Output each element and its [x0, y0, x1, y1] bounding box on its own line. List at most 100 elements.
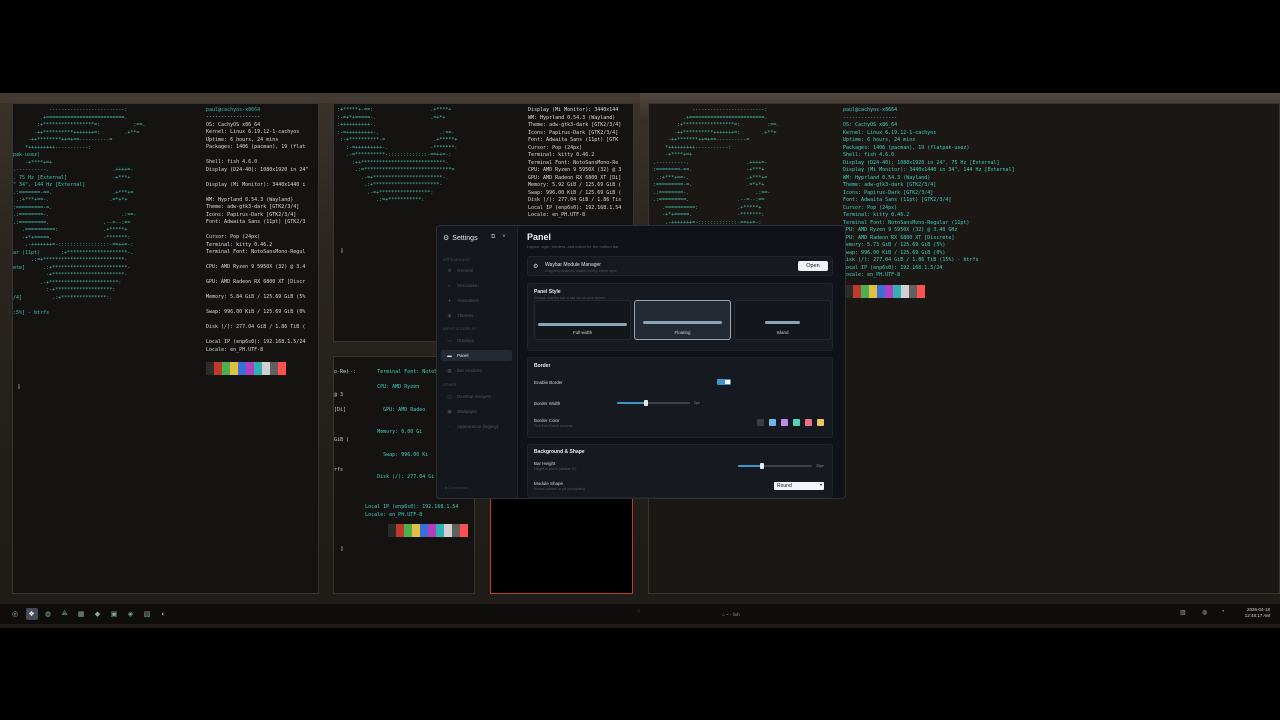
- workspace-button[interactable]: ▣: [108, 608, 120, 620]
- style-option-label: Floating: [674, 330, 691, 335]
- enable-border-toggle[interactable]: [717, 379, 731, 385]
- monitor-icon: ▭: [447, 337, 452, 343]
- fastfetch-info: Display (Mi Monitor): 3440x144 WM: Hyprl…: [528, 107, 622, 218]
- sidebar-item-general[interactable]: ⚙ General: [441, 265, 512, 276]
- panel-style-full-width[interactable]: Full-width: [534, 300, 631, 340]
- clock[interactable]: 2026-04-18 12:48:17 AM: [1245, 607, 1270, 619]
- color-swatch[interactable]: [757, 419, 764, 426]
- launcher-dot-icon[interactable]: ◌: [637, 609, 641, 615]
- workspace-button[interactable]: ◎: [9, 608, 21, 620]
- palette-swatch: [246, 362, 254, 375]
- wallpaper-skyline-left: [0, 93, 640, 103]
- palette-swatch: [909, 285, 917, 298]
- sidebar-item-label: General: [457, 268, 474, 273]
- palette-swatch: [452, 524, 460, 537]
- sidebar-item-decoration[interactable]: ◐ Decoration: [441, 280, 512, 291]
- sidebar-item-displays[interactable]: ▭ Displays: [441, 335, 512, 346]
- chevron-down-icon: ▾: [819, 482, 822, 487]
- color-palette: [388, 524, 468, 537]
- workspace-button[interactable]: ⟁: [59, 608, 71, 620]
- slider-knob[interactable]: [759, 463, 764, 469]
- palette-swatch: [420, 524, 428, 537]
- palette-icon: ◉: [447, 312, 452, 318]
- sidebar-item-desktop-widgets[interactable]: ◫ Desktop Widgets: [441, 391, 512, 402]
- palette-swatch: [917, 285, 925, 298]
- panel-style-floating[interactable]: Floating: [634, 300, 731, 340]
- sidebar-item-themes[interactable]: ◉ Themes: [441, 310, 512, 321]
- sidebar-item-panel[interactable]: ▬ Panel: [441, 350, 512, 361]
- module-manager-card: ⚙ Waybar Module Manager Drag drop enable…: [527, 256, 833, 276]
- panel-icon: ▬: [447, 353, 452, 358]
- workspace-button[interactable]: ▦: [75, 608, 87, 620]
- workspace-button[interactable]: ❖: [25, 608, 38, 620]
- color-swatch[interactable]: [769, 419, 776, 426]
- color-palette: [845, 285, 925, 298]
- decoration-icon: ◐: [448, 283, 451, 288]
- sidebar-item-label: Panel: [457, 353, 469, 358]
- gear-icon: ⚙: [443, 235, 450, 242]
- terminal-prompt-cursor[interactable]: ▯: [340, 545, 344, 552]
- settings-window[interactable]: ⚙ Settings ⧉ × Appearance ⚙ General ◐ Deco…: [436, 225, 846, 499]
- bar-height-slider[interactable]: [738, 463, 812, 469]
- sidebar-item-label: Desktop Widgets: [457, 394, 492, 399]
- workspace-button[interactable]: ◆: [92, 608, 104, 620]
- terminal-window-active[interactable]: [490, 496, 633, 594]
- widgets-icon: ◫: [447, 393, 452, 399]
- sidebar-item-label: Displays: [457, 338, 475, 343]
- sidebar-item-animations[interactable]: ✦ Animations: [441, 295, 512, 306]
- workspace-button[interactable]: ◐: [158, 608, 170, 620]
- settings-title: Settings: [452, 234, 478, 242]
- sidebar-item-label: Themes: [457, 313, 474, 318]
- terminal-prompt-cursor[interactable]: ▯: [340, 247, 344, 254]
- slider-fill: [617, 402, 647, 404]
- color-swatch[interactable]: [805, 419, 812, 426]
- panel-style-card: Panel Style Choose how the bar is laid o…: [527, 283, 833, 351]
- module-shape-select[interactable]: Round ▾: [774, 482, 824, 490]
- palette-swatch: [262, 362, 270, 375]
- palette-swatch: [893, 285, 901, 298]
- palette-swatch: [853, 285, 861, 298]
- pin-window-button[interactable]: ⧉: [491, 234, 495, 241]
- color-swatch[interactable]: [817, 419, 824, 426]
- terminal-prompt-cursor[interactable]: ▯: [17, 383, 21, 390]
- border-width-slider[interactable]: [617, 400, 690, 406]
- slider-knob[interactable]: [644, 400, 649, 406]
- fastfetch-info: paul@cachyos-x8664 ------------------ OS…: [843, 107, 1015, 278]
- settings-sidebar: ⚙ Settings ⧉ × Appearance ⚙ General ◐ Deco…: [437, 226, 518, 498]
- panel-settings-page: Panel Layout, style, borders, and colors…: [527, 226, 839, 498]
- palette-swatch: [444, 524, 452, 537]
- border-title: Border: [534, 363, 551, 369]
- border-color-label: Border Color: [534, 418, 560, 423]
- palette-swatch: [238, 362, 246, 375]
- module-shape-subtitle: Round corners or pill (elongated): [534, 487, 585, 491]
- open-module-manager-button[interactable]: Open: [798, 261, 828, 271]
- tray-notification-icon[interactable]: ◔: [1221, 609, 1225, 615]
- tray-network-icon[interactable]: ◍: [1202, 609, 1207, 616]
- close-window-button[interactable]: ×: [502, 234, 506, 241]
- sparkle-icon: ✦: [447, 297, 452, 303]
- workspace-button[interactable]: ◈: [125, 608, 137, 620]
- sidebar-item-wallpaper[interactable]: ▣ Wallpaper: [441, 406, 512, 417]
- module-shape-label: Module Shape: [534, 481, 564, 486]
- module-manager-title: Waybar Module Manager: [545, 262, 601, 268]
- workspace-button[interactable]: ◍: [42, 608, 54, 620]
- sidebar-item-bar-modules[interactable]: ▦ Bar Modules: [441, 365, 512, 376]
- panel-style-island[interactable]: Island: [734, 300, 831, 340]
- palette-swatch: [861, 285, 869, 298]
- tray-monitor-icon[interactable]: ▥: [1180, 609, 1186, 616]
- fastfetch-ascii-logo: :+*****+-==: .+****+ :-=+*+=====-. .=+*+…: [337, 107, 458, 203]
- background-shape-card: Background & Shape Bar Height Height in …: [527, 444, 833, 498]
- workspace-button[interactable]: ▧: [141, 608, 153, 620]
- palette-swatch: [869, 285, 877, 298]
- sidebar-item-label: Wallpaper: [457, 409, 478, 414]
- style-preview-bar: [643, 321, 722, 324]
- sidebar-item-appearance-legacy[interactable]: ◌ Appearance (legacy): [441, 421, 512, 432]
- slider-fill: [738, 465, 762, 467]
- color-swatch[interactable]: [781, 419, 788, 426]
- color-swatch[interactable]: [793, 419, 800, 426]
- terminal-window-1[interactable]: -------------------------: .+===========…: [12, 103, 319, 594]
- image-icon: ▣: [447, 408, 452, 414]
- bar-height-subtitle: Height in pixels (default 30): [534, 467, 577, 471]
- style-option-label: Full-width: [572, 330, 593, 335]
- palette-swatch: [885, 285, 893, 298]
